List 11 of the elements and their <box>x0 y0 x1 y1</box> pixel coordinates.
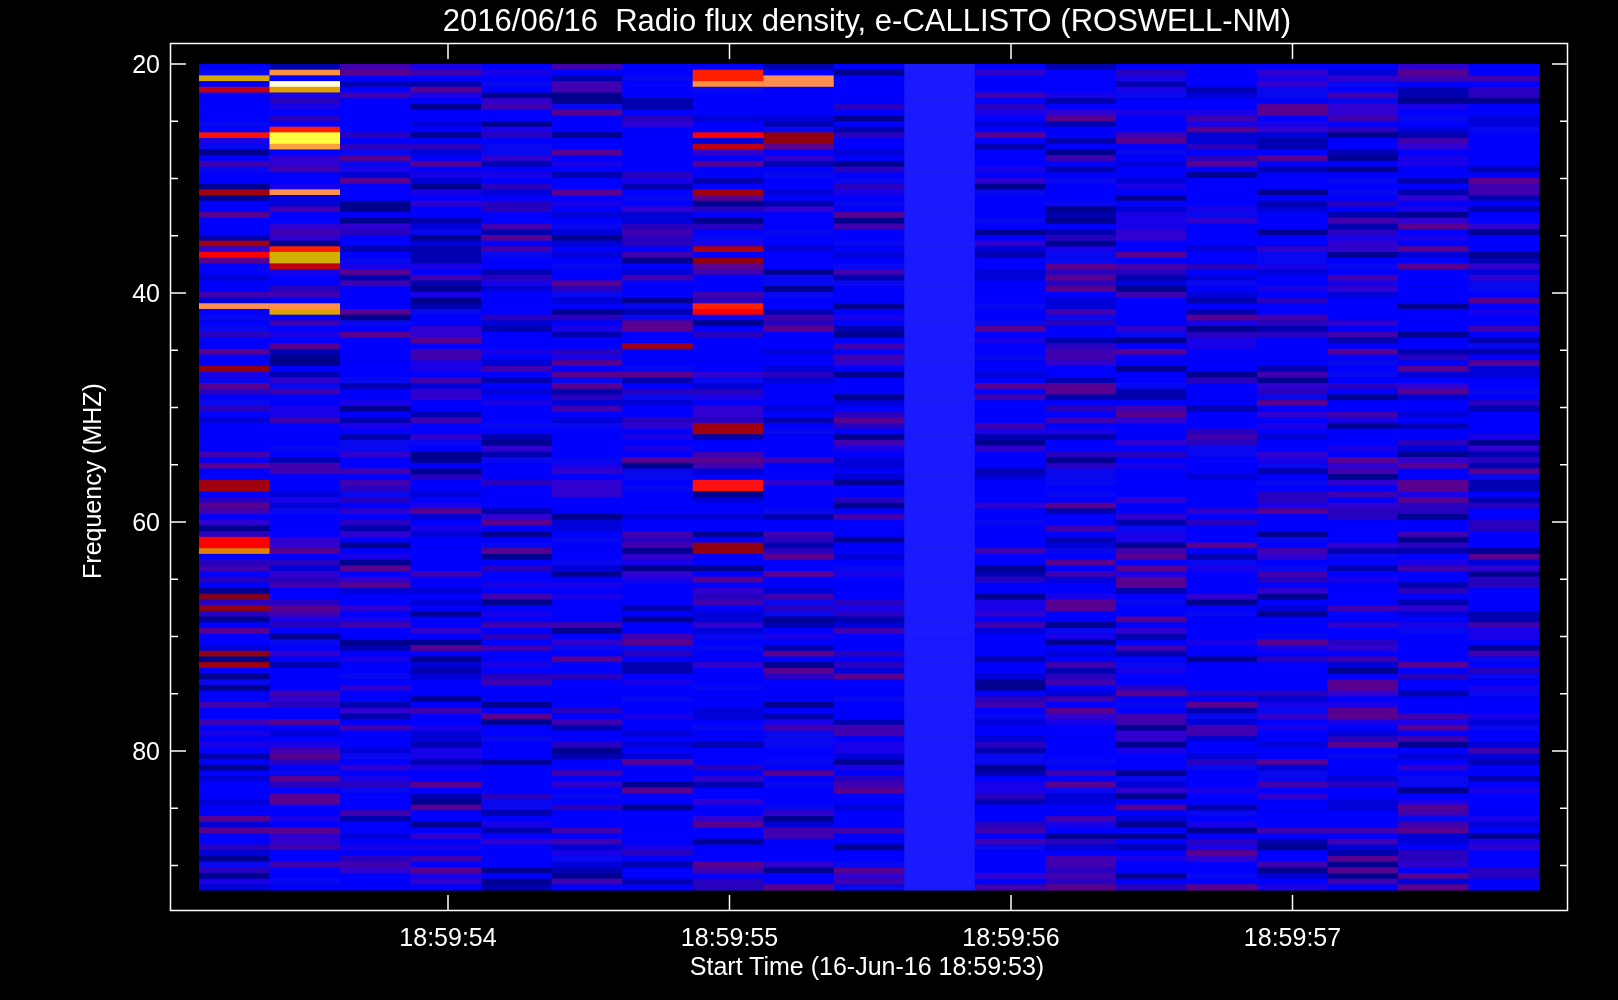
y-tick-label: 80 <box>132 737 160 765</box>
x-axis-label: Start Time (16-Jun-16 18:59:53) <box>689 952 1045 980</box>
x-tick-label: 18:59:55 <box>680 923 779 951</box>
x-tick-label: 18:59:54 <box>399 923 497 951</box>
y-tick-label: 20 <box>132 50 160 78</box>
plot-title: 2016/06/16 Radio flux density, e-CALLISTO (ROSWELL-NM) <box>442 3 1292 38</box>
y-tick-label: 60 <box>132 508 160 536</box>
y-axis-label: Frequency (MHZ) <box>78 383 106 579</box>
x-tick-label: 18:59:56 <box>962 923 1060 951</box>
x-tick-label: 18:59:57 <box>1243 923 1342 951</box>
y-tick-label: 40 <box>132 279 160 307</box>
